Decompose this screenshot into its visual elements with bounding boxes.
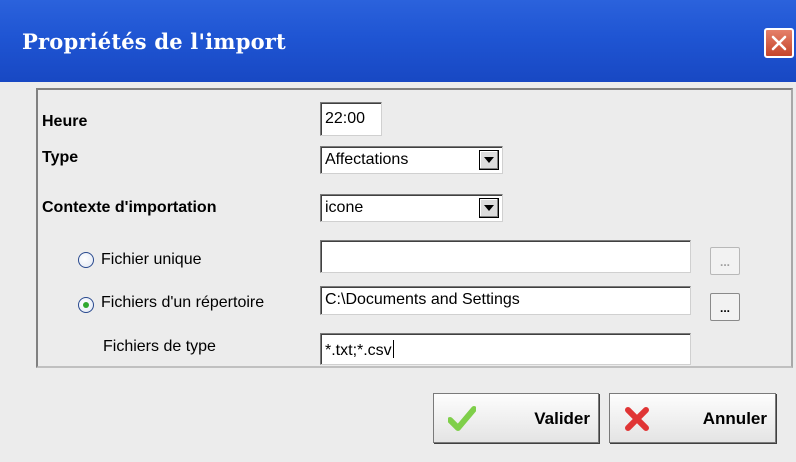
- close-icon: [771, 35, 787, 51]
- heure-input[interactable]: 22:00: [320, 102, 382, 136]
- fichiers-type-input[interactable]: *.txt;*.csv: [320, 333, 691, 365]
- annuler-label: Annuler: [702, 409, 767, 428]
- fichier-unique-label: Fichier unique: [101, 251, 202, 268]
- fichiers-repertoire-browse-button[interactable]: ...: [710, 293, 740, 321]
- chevron-down-icon[interactable]: [479, 150, 499, 170]
- fichiers-repertoire-input[interactable]: C:\Documents and Settings: [320, 286, 691, 315]
- chevron-down-icon[interactable]: [479, 198, 499, 218]
- fichiers-repertoire-label: Fichiers d'un répertoire: [101, 294, 265, 311]
- type-label: Type: [42, 149, 79, 166]
- settings-panel: [36, 88, 793, 368]
- valider-button[interactable]: Valider: [433, 393, 599, 443]
- close-button[interactable]: [764, 28, 794, 58]
- fichiers-type-value: *.txt;*.csv: [325, 342, 392, 359]
- contexte-select[interactable]: icone: [320, 194, 503, 222]
- type-select[interactable]: Affectations: [320, 146, 503, 174]
- fichier-unique-browse-button[interactable]: ...: [710, 247, 740, 275]
- fichiers-repertoire-radio[interactable]: [78, 297, 94, 313]
- title-bar[interactable]: Propriétés de l'import: [0, 0, 796, 82]
- valider-label: Valider: [534, 409, 590, 428]
- cross-icon: [625, 407, 649, 431]
- heure-label: Heure: [42, 113, 88, 130]
- type-value: Affectations: [325, 151, 409, 168]
- contexte-value: icone: [325, 199, 364, 216]
- fichier-unique-input[interactable]: [320, 240, 691, 273]
- annuler-button[interactable]: Annuler: [609, 393, 776, 443]
- contexte-label: Contexte d'importation: [42, 199, 217, 216]
- fichier-unique-radio[interactable]: [78, 252, 94, 268]
- checkmark-icon: [448, 406, 476, 431]
- fichiers-type-label: Fichiers de type: [103, 338, 216, 355]
- window-title: Propriétés de l'import: [22, 29, 286, 54]
